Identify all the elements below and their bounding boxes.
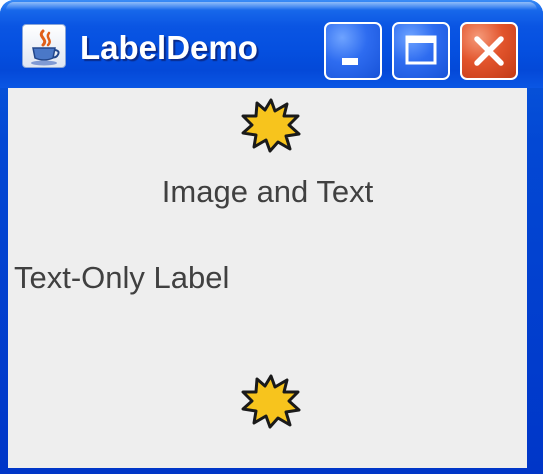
window-title: LabelDemo bbox=[80, 29, 258, 66]
minimize-button[interactable] bbox=[324, 22, 382, 80]
title-bar[interactable]: LabelDemo bbox=[0, 0, 543, 88]
star-burst-icon bbox=[239, 373, 303, 429]
java-cup-icon[interactable] bbox=[22, 24, 66, 68]
content-pane: Image and Text Text-Only Label bbox=[8, 88, 527, 468]
title-bar-highlight bbox=[6, 2, 537, 10]
app-window: LabelDemo Image and Text Text-Only Label bbox=[0, 0, 543, 474]
star-burst-icon bbox=[239, 97, 303, 153]
text-only-label: Text-Only Label bbox=[14, 260, 230, 295]
close-icon bbox=[474, 36, 504, 66]
close-button[interactable] bbox=[460, 22, 518, 80]
image-and-text-label: Image and Text bbox=[161, 174, 374, 209]
maximize-button[interactable] bbox=[392, 22, 450, 80]
minimize-icon bbox=[342, 58, 358, 65]
maximize-icon bbox=[405, 35, 437, 65]
